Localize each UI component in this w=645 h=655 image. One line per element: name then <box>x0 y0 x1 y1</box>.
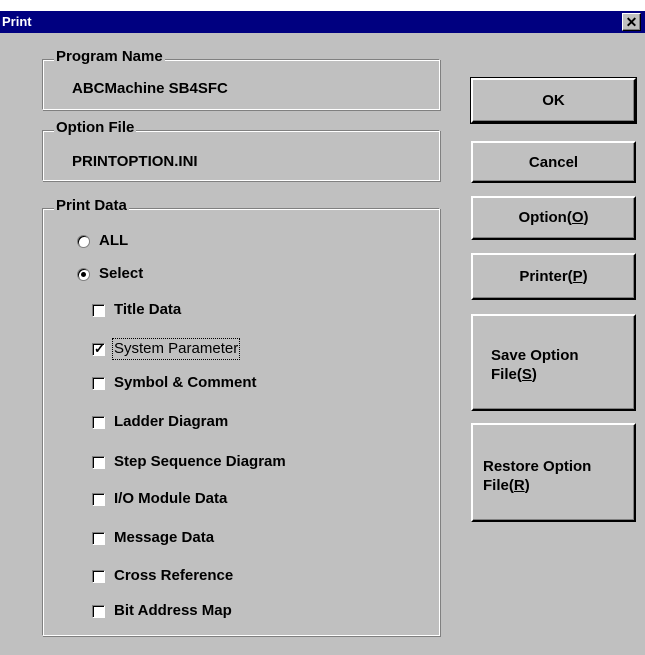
option-button-label: Option(O) <box>518 209 589 226</box>
checkbox-bit-address-map[interactable]: Bit Address Map <box>90 602 370 622</box>
checkbox-indicator[interactable] <box>92 304 105 317</box>
cancel-button-label: Cancel <box>528 154 579 171</box>
radio-all-indicator[interactable] <box>77 235 90 248</box>
close-button[interactable]: ✕ <box>622 13 641 31</box>
radio-select-label: Select <box>99 265 144 282</box>
checkbox-label: Step Sequence Diagram <box>114 453 286 470</box>
radio-select-indicator[interactable] <box>77 268 90 281</box>
close-icon: ✕ <box>625 14 638 30</box>
checkbox-io-module-data[interactable]: I/O Module Data <box>90 490 370 510</box>
radio-select[interactable]: Select <box>75 264 195 284</box>
checkbox-cross-reference[interactable]: Cross Reference <box>90 567 370 587</box>
radio-all[interactable]: ALL <box>75 231 195 251</box>
checkbox-label: Ladder Diagram <box>114 413 229 430</box>
window-title: Print <box>2 14 32 29</box>
checkbox-ladder-diagram[interactable]: Ladder Diagram <box>90 413 370 433</box>
restore-option-file-label: Restore Option File(R) <box>483 458 592 494</box>
checkbox-title-data[interactable]: Title Data <box>90 301 370 321</box>
checkbox-symbol-comment[interactable]: Symbol & Comment <box>90 374 370 394</box>
program-name-value: ABCMachine SB4SFC <box>72 80 228 97</box>
checkbox-label: Symbol & Comment <box>114 374 257 391</box>
checkbox-system-parameter[interactable]: ✓ System Parameter <box>90 338 370 360</box>
radio-selected-dot <box>81 272 86 277</box>
title-bar[interactable]: Print ✕ <box>0 11 645 33</box>
printer-button-label: Printer(P) <box>519 268 588 285</box>
checkmark-icon: ✓ <box>94 341 105 356</box>
checkbox-indicator[interactable] <box>92 416 105 429</box>
radio-all-label: ALL <box>99 232 129 249</box>
restore-option-file-button[interactable]: Restore Option File(R) <box>471 423 636 522</box>
save-option-file-button[interactable]: Save Option File(S) <box>471 314 636 411</box>
program-name-legend: Program Name <box>54 48 165 65</box>
ok-button-label: OK <box>542 92 565 109</box>
background-window-strip <box>0 0 645 11</box>
checkbox-label: System Parameter <box>111 338 241 360</box>
cancel-button[interactable]: Cancel <box>471 141 636 183</box>
checkbox-indicator[interactable] <box>92 570 105 583</box>
checkbox-label: Title Data <box>114 301 182 318</box>
checkbox-indicator[interactable] <box>92 605 105 618</box>
checkbox-label: Cross Reference <box>114 567 234 584</box>
ok-button[interactable]: OK <box>470 77 637 124</box>
checkbox-indicator[interactable] <box>92 377 105 390</box>
option-file-legend: Option File <box>54 119 137 136</box>
save-option-file-label: Save Option File(S) <box>491 347 579 383</box>
print-dialog: Print ✕ Program Name ABCMachine SB4SFC O… <box>0 0 645 655</box>
checkbox-label: Bit Address Map <box>114 602 232 619</box>
checkbox-indicator[interactable] <box>92 456 105 469</box>
option-button[interactable]: Option(O) <box>471 196 636 240</box>
checkbox-indicator[interactable] <box>92 493 105 506</box>
option-file-value: PRINTOPTION.INI <box>72 153 198 170</box>
checkbox-label: Message Data <box>114 529 215 546</box>
checkbox-indicator[interactable] <box>92 532 105 545</box>
checkbox-step-sequence-diagram[interactable]: Step Sequence Diagram <box>90 453 390 473</box>
printer-button[interactable]: Printer(P) <box>471 253 636 300</box>
checkbox-indicator[interactable]: ✓ <box>92 341 105 356</box>
print-data-legend: Print Data <box>54 197 129 214</box>
checkbox-label: I/O Module Data <box>114 490 228 507</box>
checkbox-message-data[interactable]: Message Data <box>90 529 370 549</box>
